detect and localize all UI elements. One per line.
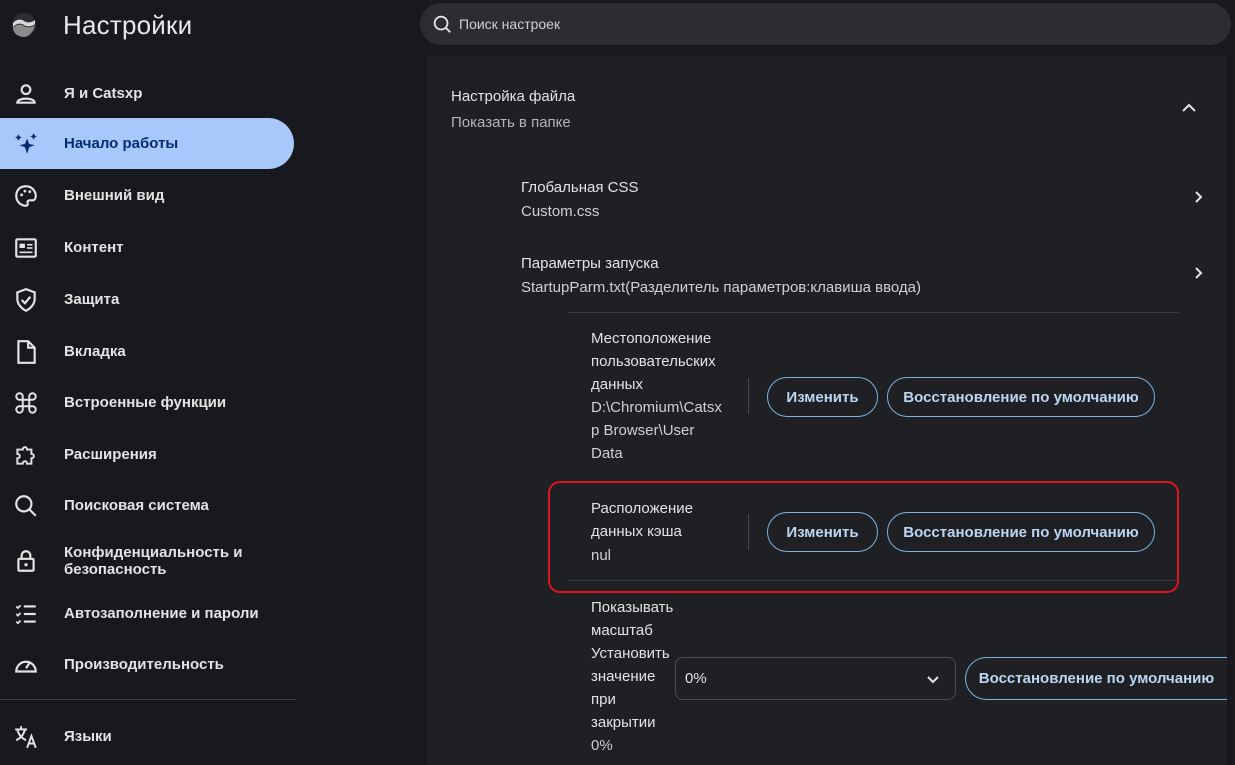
- cache-data-setting: Расположение данных кэша nul: [591, 497, 693, 567]
- chevron-down-icon: [927, 676, 939, 684]
- settings-panel: Настройка файла Показать в папке Глобаль…: [427, 56, 1227, 765]
- zoom-value: 0%: [591, 737, 613, 754]
- sidebar-item-languages[interactable]: Языки: [0, 711, 294, 762]
- chevron-right-icon[interactable]: [1191, 265, 1207, 281]
- top-bar: Настройки: [0, 0, 1235, 56]
- sidebar-item-label: Я и Catsxp: [64, 85, 143, 102]
- user-data-setting: Местоположение пользовательских данных D…: [591, 327, 722, 465]
- sidebar-item-privacy[interactable]: Конфиденциальность и безопасность: [0, 535, 294, 586]
- lock-icon: [17, 549, 35, 572]
- user-data-title-line: данных: [591, 376, 643, 393]
- sidebar-item-label: Языки: [64, 728, 112, 745]
- sidebar-divider: [0, 699, 296, 700]
- article-icon: [15, 237, 37, 258]
- sidebar-item-label: Конфиденциальность и безопасность: [64, 543, 243, 578]
- sidebar-item-label: Автозаполнение и пароли: [64, 605, 259, 622]
- zoom-setting: Показывать масштаб Установить значение п…: [591, 596, 673, 757]
- user-data-value-line: Data: [591, 445, 623, 462]
- zoom-subtitle-line: закрытии: [591, 714, 656, 731]
- puzzle-icon: [16, 445, 35, 465]
- command-key-icon: [15, 391, 37, 414]
- chevron-right-icon[interactable]: [1191, 189, 1207, 205]
- chevron-up-icon[interactable]: [1179, 98, 1199, 118]
- sidebar: Я и Catsxp Начало работы Внешний вид Кон…: [0, 56, 300, 765]
- divider: [568, 312, 1179, 313]
- global-css-title: Глобальная CSS: [521, 179, 639, 196]
- zoom-subtitle-line: Установить: [591, 645, 670, 662]
- zoom-subtitle-line: при: [591, 691, 616, 708]
- divider: [568, 580, 1179, 581]
- user-data-value-line: p Browser\User: [591, 422, 695, 439]
- sidebar-item-label: Защита: [64, 291, 120, 308]
- sidebar-item-appearance[interactable]: Внешний вид: [0, 170, 294, 221]
- startup-params-row[interactable]: Параметры запуска StartupParm.txt(Раздел…: [521, 255, 1203, 296]
- search-icon: [433, 15, 451, 33]
- reset-cache-button[interactable]: Восстановление по умолчанию: [887, 512, 1155, 552]
- user-data-value-line: D:\Chromium\Catsx: [591, 399, 722, 416]
- search-icon: [15, 494, 37, 517]
- sidebar-item-label: Контент: [64, 239, 124, 256]
- separator: [748, 378, 749, 414]
- cache-title-line: Расположение: [591, 500, 693, 517]
- sidebar-item-label: Поисковая система: [64, 497, 209, 514]
- search-input[interactable]: [459, 3, 1199, 45]
- speedometer-icon: [15, 660, 37, 673]
- sidebar-item-performance[interactable]: Производительность: [0, 639, 294, 690]
- startup-params-title: Параметры запуска: [521, 255, 659, 272]
- sidebar-item-label: Расширения: [64, 446, 157, 463]
- sidebar-item-label: Внешний вид: [64, 187, 165, 204]
- browser-logo-icon: [12, 13, 36, 37]
- global-css-row[interactable]: Глобальная CSS Custom.css: [521, 179, 1203, 220]
- sidebar-item-label: Встроенные функции: [64, 394, 227, 411]
- sidebar-item-you-and-catsxp[interactable]: Я и Catsxp: [0, 68, 294, 119]
- sidebar-item-security[interactable]: Защита: [0, 274, 294, 325]
- reset-zoom-button[interactable]: Восстановление по умолчанию: [965, 657, 1227, 700]
- separator: [748, 514, 749, 550]
- document-icon: [17, 339, 36, 364]
- sidebar-item-autofill[interactable]: Автозаполнение и пароли: [0, 588, 294, 639]
- zoom-subtitle-line: значение: [591, 668, 656, 685]
- startup-params-value: StartupParm.txt(Разделитель параметров:к…: [521, 279, 922, 296]
- shield-check-icon: [16, 287, 36, 312]
- checklist-icon: [15, 604, 36, 624]
- zoom-select-value: 0%: [685, 670, 707, 687]
- translate-icon: [15, 725, 37, 748]
- change-user-data-button[interactable]: Изменить: [767, 377, 878, 417]
- zoom-select[interactable]: 0%: [675, 657, 956, 700]
- sidebar-item-content[interactable]: Контент: [0, 222, 294, 273]
- global-css-value: Custom.css: [521, 203, 600, 220]
- page-title: Настройки: [63, 10, 193, 40]
- sidebar-item-built-in-features[interactable]: Встроенные функции: [0, 377, 294, 428]
- cache-title-line: данных кэша: [591, 523, 682, 540]
- reset-user-data-button[interactable]: Восстановление по умолчанию: [887, 377, 1155, 417]
- change-cache-button[interactable]: Изменить: [767, 512, 878, 552]
- user-data-title-line: Местоположение: [591, 330, 712, 347]
- zoom-title-line: масштаб: [591, 622, 653, 639]
- user-data-title-line: пользовательских: [591, 353, 716, 370]
- sidebar-item-tab[interactable]: Вкладка: [0, 326, 294, 377]
- sidebar-item-label: Вкладка: [64, 343, 126, 360]
- file-settings-header[interactable]: Настройка файла Показать в папке: [451, 88, 575, 131]
- person-icon: [16, 83, 36, 104]
- sidebar-item-label: Начало работы: [64, 135, 179, 152]
- palette-icon: [15, 184, 37, 207]
- search-box[interactable]: [420, 3, 1231, 45]
- sparkle-star-icon: [15, 132, 37, 154]
- sidebar-item-getting-started[interactable]: Начало работы: [0, 118, 294, 169]
- zoom-title-line: Показывать: [591, 599, 674, 616]
- section-title: Настройка файла: [451, 88, 576, 105]
- sidebar-item-label: Производительность: [64, 656, 224, 673]
- sidebar-item-search-engine[interactable]: Поисковая система: [0, 480, 294, 531]
- sidebar-item-extensions[interactable]: Расширения: [0, 429, 294, 480]
- show-in-folder-link[interactable]: Показать в папке: [451, 114, 575, 131]
- cache-value: nul: [591, 547, 612, 564]
